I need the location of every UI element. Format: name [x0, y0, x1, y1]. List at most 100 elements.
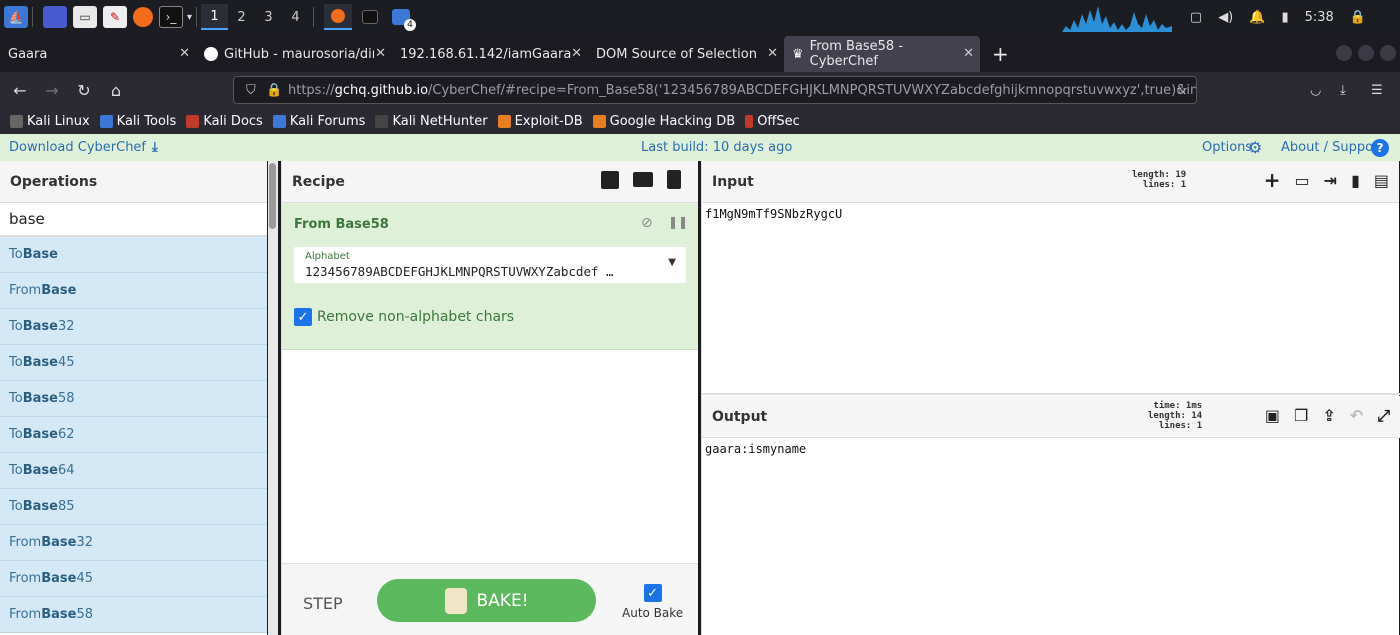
firefox-icon[interactable]	[133, 7, 153, 27]
help-icon[interactable]: ?	[1371, 138, 1389, 157]
operation-list-item[interactable]: To Base 64	[0, 453, 267, 489]
clear-input-icon[interactable]: ▮	[1351, 171, 1360, 190]
maximize-icon[interactable]: ⤢	[1377, 406, 1390, 426]
maximize-window-button[interactable]	[1358, 45, 1374, 61]
operation-list-item[interactable]: From Base 32	[0, 525, 267, 561]
close-icon[interactable]: ✕	[571, 46, 582, 61]
operation-list-item[interactable]: To Base 45	[0, 345, 267, 381]
shield-icon[interactable]: ⛉	[246, 83, 256, 98]
save-output-icon[interactable]: ▣	[1265, 406, 1280, 426]
pocket-icon[interactable]: ◡	[1310, 83, 1321, 98]
bake-button[interactable]: BAKE!	[377, 579, 596, 622]
options-link[interactable]: Options	[1202, 140, 1252, 155]
open-folder-icon[interactable]: ▭	[1295, 171, 1310, 190]
minimize-window-button[interactable]	[1336, 45, 1352, 61]
remove-nonalphabet-checkbox[interactable]: ✓ Remove non-alphabet chars	[294, 308, 514, 326]
checkbox-checked-icon[interactable]: ✓	[643, 584, 662, 602]
download-cyberchef-link[interactable]: Download CyberChef	[9, 140, 146, 155]
battery-icon[interactable]: ▮	[1281, 10, 1288, 25]
notifications-app-icon[interactable]: 4	[392, 9, 417, 31]
workspace-1[interactable]: 1	[201, 4, 229, 30]
file-manager-icon[interactable]: ▭	[73, 6, 97, 28]
operations-search-input[interactable]: base	[0, 203, 267, 237]
new-tab-button[interactable]: +	[980, 36, 1021, 72]
firefox-window-icon[interactable]	[324, 4, 353, 30]
close-icon[interactable]: ✕	[179, 46, 190, 61]
tab-dom-source[interactable]: DOM Source of Selection ✕	[588, 36, 784, 72]
back-icon[interactable]: ←	[4, 81, 36, 100]
replace-input-icon[interactable]: ⇪	[1322, 406, 1335, 426]
tab-cyberchef[interactable]: ♛ From Base58 - CyberChef ✕	[784, 36, 980, 72]
volume-icon[interactable]: ◀)	[1218, 10, 1233, 25]
downloads-icon[interactable]: ⤓	[1340, 83, 1346, 98]
kali-menu-icon[interactable]: ⛵	[4, 6, 28, 28]
scrollbar-thumb[interactable]	[269, 163, 276, 229]
chevron-down-icon[interactable]: ▼	[668, 257, 676, 268]
operation-list-item[interactable]: To Base 85	[0, 489, 267, 525]
alphabet-field[interactable]: Alphabet 123456789ABCDEFGHJKLMNPQRSTUVWX…	[294, 247, 686, 283]
workspace-3[interactable]: 3	[255, 4, 282, 30]
bell-icon[interactable]: 🔔	[1249, 10, 1265, 25]
tab-gaara[interactable]: Gaara ✕	[0, 36, 196, 72]
tab-github[interactable]: GitHub - maurosoria/dirs ✕	[196, 36, 392, 72]
menu-icon[interactable]: ☰	[1371, 83, 1383, 98]
operation-list-item[interactable]: From Base 58	[0, 597, 267, 633]
close-window-button[interactable]	[1380, 45, 1396, 61]
bookmark-kali-forums[interactable]: Kali Forums	[272, 114, 365, 129]
close-icon[interactable]: ✕	[375, 46, 386, 61]
gear-icon[interactable]: ⚙	[1248, 138, 1262, 157]
step-button[interactable]: STEP	[303, 594, 343, 613]
bookmark-google-hacking-db[interactable]: Google Hacking DB	[592, 114, 735, 129]
pause-icon[interactable]: ❚❚	[668, 215, 688, 229]
clear-recipe-icon[interactable]	[667, 170, 681, 189]
disable-icon[interactable]: ⊘	[641, 215, 653, 231]
lock-icon[interactable]: 🔒	[266, 83, 282, 98]
download-icon[interactable]: ⤓	[152, 140, 158, 155]
reload-icon[interactable]: ↻	[68, 81, 100, 100]
about-support-link[interactable]: About / Support	[1281, 140, 1383, 155]
add-input-icon[interactable]: +	[1264, 170, 1281, 190]
bookmark-kali-docs[interactable]: Kali Docs	[186, 114, 263, 129]
bookmark-offsec[interactable]: OffSec	[745, 114, 800, 129]
output-textarea[interactable]: gaara:ismyname	[702, 438, 1400, 628]
terminal-window-icon[interactable]	[362, 10, 379, 24]
input-textarea[interactable]: f1MgN9mTf9SNbzRygcU	[702, 203, 1399, 393]
checkbox-checked-icon[interactable]: ✓	[294, 308, 312, 326]
display-icon[interactable]: ▢	[1190, 10, 1202, 25]
workspace-4[interactable]: 4	[282, 4, 309, 30]
save-recipe-icon[interactable]	[601, 171, 619, 189]
open-file-icon[interactable]: ⇥	[1324, 171, 1337, 190]
tab-iamgaara[interactable]: 192.168.61.142/iamGaara ✕	[392, 36, 588, 72]
bookmark-kali-tools[interactable]: Kali Tools	[99, 114, 176, 129]
operation-list-item[interactable]: To Base 62	[0, 417, 267, 453]
bookmark-kali-nethunter[interactable]: Kali NetHunter	[375, 114, 488, 129]
close-icon[interactable]: ✕	[767, 46, 778, 61]
auto-bake-toggle[interactable]: ✓ Auto Bake	[622, 584, 683, 620]
chevron-down-icon[interactable]: ▾	[187, 12, 192, 23]
io-divider[interactable]	[702, 393, 1400, 395]
forward-icon[interactable]: →	[36, 81, 68, 100]
operation-list-item[interactable]: To Base	[0, 237, 267, 273]
copy-icon[interactable]: ❐	[1294, 406, 1308, 426]
undo-icon[interactable]: ↶	[1350, 406, 1363, 426]
lock-icon[interactable]: 🔒	[1350, 10, 1366, 25]
terminal-icon[interactable]: ›_	[159, 6, 183, 28]
workspace-2[interactable]: 2	[228, 4, 255, 30]
operation-list-item[interactable]: To Base 58	[0, 381, 267, 417]
load-recipe-icon[interactable]	[633, 172, 653, 187]
desktop-icon[interactable]	[43, 6, 67, 28]
operation-list-item[interactable]: From Base	[0, 273, 267, 309]
bookmark-star-icon[interactable]: ☆	[1176, 83, 1188, 98]
recipe-operation-from-base58[interactable]: From Base58 ⊘ ❚❚ Alphabet 123456789ABCDE…	[282, 203, 698, 350]
close-icon[interactable]: ✕	[963, 46, 974, 61]
operations-scrollbar[interactable]	[268, 161, 278, 635]
operation-list-item[interactable]: To Base 32	[0, 309, 267, 345]
clock[interactable]: 5:38	[1305, 10, 1334, 25]
text-editor-icon[interactable]: ✎	[103, 6, 127, 28]
bookmark-kali-linux[interactable]: Kali Linux	[10, 114, 90, 129]
operation-list-item[interactable]: From Base 45	[0, 561, 267, 597]
layout-icon[interactable]: ▤	[1374, 171, 1389, 190]
bookmark-exploit-db[interactable]: Exploit-DB	[497, 114, 583, 129]
address-bar[interactable]: ⛉ 🔒 https://gchq.github.io/CyberChef/#re…	[233, 76, 1197, 104]
home-icon[interactable]: ⌂	[100, 81, 132, 100]
